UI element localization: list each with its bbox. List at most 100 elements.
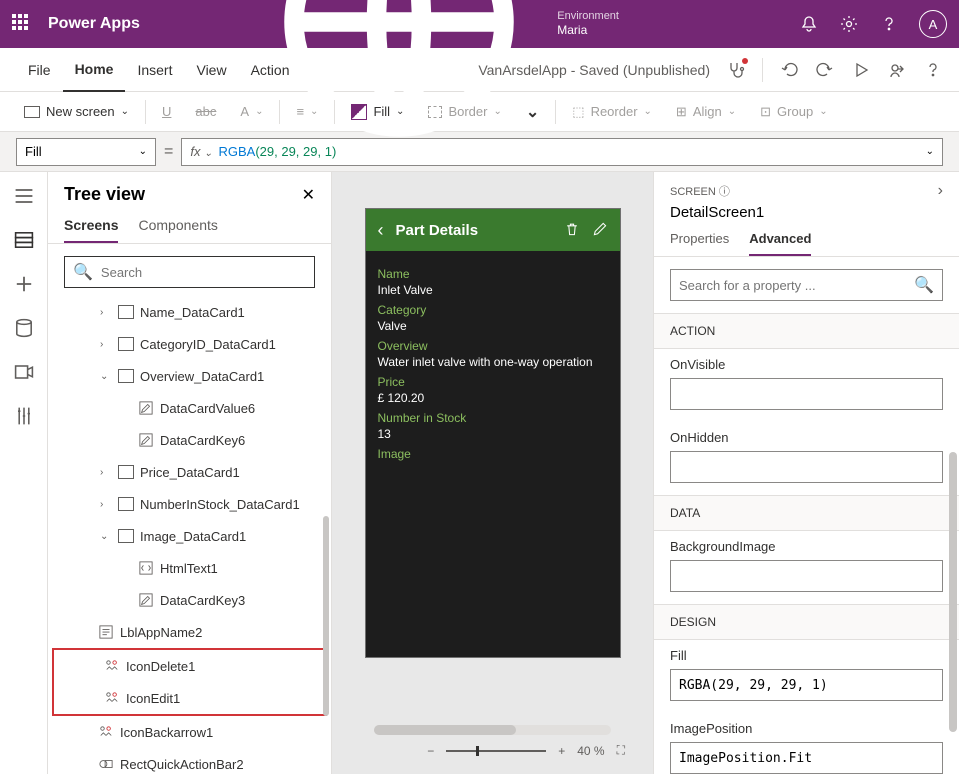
scrollbar[interactable] — [323, 516, 329, 716]
tree-item[interactable]: › NumberInStock_DataCard1 — [48, 488, 331, 520]
chevron-icon[interactable]: › — [100, 467, 112, 478]
settings-icon[interactable] — [839, 14, 859, 34]
share-icon[interactable] — [887, 60, 907, 80]
menu-insert[interactable]: Insert — [125, 48, 184, 92]
tools-icon[interactable] — [12, 404, 36, 428]
tree-item[interactable]: LblAppName2 — [48, 616, 331, 648]
tab-components[interactable]: Components — [138, 217, 217, 243]
redo-icon[interactable] — [815, 60, 835, 80]
notifications-icon[interactable] — [799, 14, 819, 34]
fit-icon[interactable]: ⛶ — [617, 743, 625, 758]
tree-item-label: IconEdit1 — [126, 691, 180, 706]
card-icon — [118, 337, 134, 351]
prop-bgimage-input[interactable] — [670, 560, 943, 592]
zoom-slider[interactable] — [446, 750, 546, 752]
waffle-icon[interactable] — [12, 14, 32, 34]
tree-item[interactable]: DataCardValue6 — [48, 392, 331, 424]
overflow-button[interactable]: ⌄ — [518, 98, 547, 126]
chevron-icon[interactable]: ⌄ — [100, 531, 112, 542]
info-icon[interactable]: ⓘ — [719, 186, 730, 198]
insert-icon[interactable] — [12, 272, 36, 296]
tree-item[interactable]: IconEdit1 — [54, 682, 325, 714]
border-button[interactable]: Border⌄ — [420, 100, 509, 123]
tree-item[interactable]: HtmlText1 — [48, 552, 331, 584]
tree-view-icon[interactable] — [12, 228, 36, 252]
chevron-icon[interactable]: › — [100, 339, 112, 350]
icon-icon — [104, 659, 120, 673]
tree-search-input[interactable] — [101, 265, 306, 280]
tree-item-label: CategoryID_DataCard1 — [140, 337, 276, 352]
data-icon[interactable] — [12, 316, 36, 340]
prop-imageposition-input[interactable] — [670, 742, 943, 774]
icon-icon — [98, 725, 114, 739]
tree-item[interactable]: ›Price_DataCard1 — [48, 456, 331, 488]
horizontal-scrollbar[interactable] — [374, 725, 612, 735]
chevron-icon[interactable]: ⌄ — [100, 371, 112, 382]
strikethrough-button[interactable]: abc — [187, 100, 224, 123]
edit-icon — [138, 401, 154, 415]
expand-icon[interactable]: › — [938, 182, 943, 200]
tree-item[interactable]: DataCardKey3 — [48, 584, 331, 616]
tree-item[interactable]: ⌄Overview_DataCard1 — [48, 360, 331, 392]
chevron-icon[interactable]: › — [100, 307, 112, 318]
delete-icon[interactable] — [564, 221, 580, 240]
tree-item[interactable]: ›Name_DataCard1 — [48, 296, 331, 328]
tree-item[interactable]: DataCardKey6 — [48, 424, 331, 456]
user-avatar[interactable]: A — [919, 10, 947, 38]
chevron-icon[interactable]: › — [100, 499, 112, 510]
app-checker-icon[interactable] — [726, 60, 746, 80]
tab-properties[interactable]: Properties — [670, 231, 729, 256]
prop-onhidden-input[interactable] — [670, 451, 943, 483]
property-search-input[interactable] — [679, 278, 914, 293]
zoom-out-icon[interactable]: − — [427, 744, 434, 758]
edit-icon[interactable] — [592, 221, 608, 240]
help-icon[interactable] — [879, 14, 899, 34]
tree-item[interactable]: IconBackarrow1 — [48, 716, 331, 748]
group-button[interactable]: ⊡Group⌄ — [752, 100, 835, 124]
saved-status: VanArsdelApp - Saved (Unpublished) — [478, 62, 710, 78]
menu-home[interactable]: Home — [63, 48, 126, 92]
tab-screens[interactable]: Screens — [64, 217, 118, 243]
menu-file[interactable]: File — [16, 48, 63, 92]
tree-search[interactable]: 🔍 — [64, 256, 315, 288]
selected-control-name: DetailScreen1 — [654, 204, 959, 231]
new-screen-button[interactable]: New screen⌄ — [16, 100, 137, 123]
align-button[interactable]: ⊞Align⌄ — [668, 100, 744, 124]
font-color-button[interactable]: A⌄ — [232, 100, 271, 123]
help-ribbon-icon[interactable] — [923, 60, 943, 80]
underline-button[interactable]: U — [154, 100, 179, 123]
tree-item[interactable]: IconDelete1 — [54, 650, 325, 682]
property-selector[interactable]: Fill⌄ — [16, 138, 156, 166]
scrollbar[interactable] — [949, 452, 957, 732]
tree-item[interactable]: RectQuickActionBar2 — [48, 748, 331, 774]
prop-imageposition-label: ImagePosition — [670, 721, 943, 736]
card-icon — [118, 369, 134, 383]
formula-input[interactable]: fx ⌄ RGBA(29, 29, 29, 1) ⌄ — [181, 138, 943, 166]
field-value: 13 — [378, 427, 608, 441]
align-text-button[interactable]: ≡⌄ — [288, 100, 326, 123]
undo-icon[interactable] — [779, 60, 799, 80]
close-tree-icon[interactable]: ✕ — [302, 185, 315, 205]
menu-view[interactable]: View — [184, 48, 238, 92]
tree-item-label: NumberInStock_DataCard1 — [140, 497, 300, 512]
tree-item[interactable]: › CategoryID_DataCard1 — [48, 328, 331, 360]
tab-advanced[interactable]: Advanced — [749, 231, 811, 256]
section-data: DATA — [654, 495, 959, 531]
field-label: Category — [378, 303, 608, 317]
zoom-in-icon[interactable]: + — [558, 744, 565, 758]
prop-fill-input[interactable] — [670, 669, 943, 701]
reorder-button[interactable]: ⬚Reorder⌄ — [564, 100, 660, 124]
fill-button[interactable]: Fill⌄ — [343, 100, 412, 124]
tree-item-label: IconDelete1 — [126, 659, 195, 674]
tree-item[interactable]: ⌄Image_DataCard1 — [48, 520, 331, 552]
back-icon[interactable]: ‹ — [378, 220, 384, 241]
menu-action[interactable]: Action — [239, 48, 302, 92]
canvas-preview[interactable]: ‹ Part Details NameInlet ValveCategoryVa… — [365, 208, 621, 658]
icon-icon — [104, 691, 120, 705]
play-icon[interactable] — [851, 60, 871, 80]
media-icon[interactable] — [12, 360, 36, 384]
property-search[interactable]: 🔍 — [670, 269, 943, 301]
card-icon — [118, 465, 134, 479]
prop-onvisible-input[interactable] — [670, 378, 943, 410]
hamburger-icon[interactable] — [12, 184, 36, 208]
